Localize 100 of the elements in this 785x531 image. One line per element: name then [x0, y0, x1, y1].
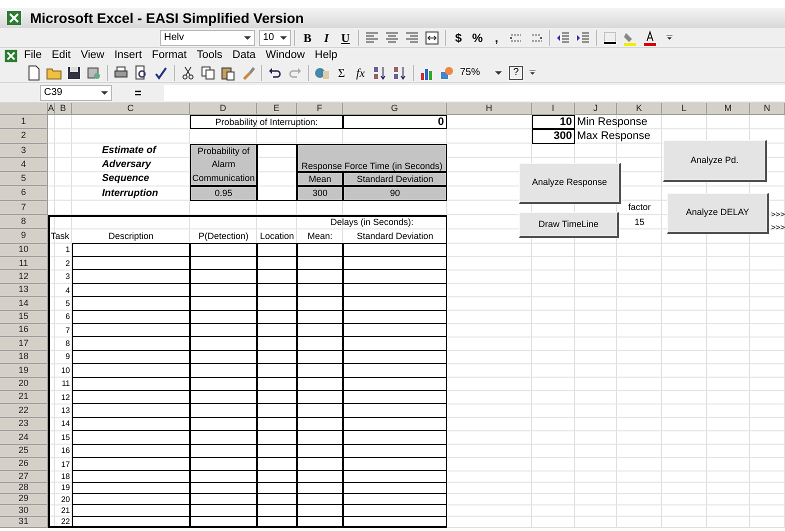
row-header[interactable]: 22 [0, 404, 48, 418]
menu-item[interactable]: Edit [48, 48, 75, 63]
table-cell [190, 482, 257, 494]
row-header[interactable]: 10 [0, 244, 48, 258]
row-header[interactable]: 6 [0, 186, 48, 201]
row-header[interactable]: 14 [0, 297, 48, 311]
menu-item[interactable]: Insert [110, 48, 146, 63]
column-header[interactable]: A [48, 103, 55, 115]
task-number: 5 [64, 298, 71, 310]
summary-label: Probability of Interruption: [190, 115, 343, 130]
column-header[interactable]: H [447, 103, 532, 115]
italic-button[interactable]: I [317, 28, 336, 46]
row-header[interactable]: 13 [0, 284, 48, 298]
row-header[interactable]: 4 [0, 158, 48, 172]
underline-button[interactable]: U [336, 28, 355, 46]
font-size-dropdown[interactable]: 10 [259, 30, 291, 46]
row-header[interactable]: 30 [0, 505, 48, 516]
arrow-text: >>> [771, 222, 785, 234]
spelling-check-icon [153, 64, 169, 80]
toolbar-options-icon [529, 70, 536, 75]
range-value: 300 [532, 129, 575, 144]
autosum-button[interactable]: Σ [332, 64, 351, 82]
task-number: 10 [60, 364, 71, 377]
font-color-icon [642, 30, 658, 46]
currency-button[interactable]: $ [449, 28, 468, 46]
row-header[interactable]: 12 [0, 270, 48, 284]
table-cell: 90 [343, 186, 447, 201]
column-header[interactable]: J [575, 103, 617, 115]
task-number: 19 [60, 482, 71, 494]
row-header[interactable]: 21 [0, 390, 48, 404]
column-header[interactable]: M [707, 103, 750, 115]
row-header[interactable]: 27 [0, 471, 48, 483]
row-header[interactable]: 31 [0, 516, 48, 528]
row-header[interactable]: 17 [0, 337, 48, 351]
table-cell [297, 482, 343, 494]
row-header[interactable]: 26 [0, 458, 48, 472]
row-header[interactable]: 19 [0, 364, 48, 378]
row-header[interactable]: 9 [0, 229, 48, 244]
row-header[interactable]: 24 [0, 431, 48, 445]
column-header[interactable]: B [55, 103, 72, 115]
column-header[interactable]: I [532, 103, 575, 115]
row-header[interactable]: 5 [0, 172, 48, 186]
menu-item[interactable]: Window [262, 48, 309, 63]
column-header[interactable]: L [662, 103, 707, 115]
sheet-button[interactable]: Draw TimeLine [519, 212, 619, 238]
column-header[interactable]: G [343, 103, 447, 115]
row-header[interactable]: 25 [0, 444, 48, 458]
sheet-button[interactable]: Analyze Response [519, 163, 621, 204]
menu-item[interactable]: Tools [192, 48, 226, 63]
row-header[interactable]: 20 [0, 378, 48, 391]
row-header[interactable]: 23 [0, 418, 48, 432]
row-header[interactable]: 3 [0, 144, 48, 158]
row-header[interactable]: 29 [0, 494, 48, 506]
column-header[interactable]: N [750, 103, 785, 115]
comma-button[interactable]: , [487, 28, 506, 46]
row-header[interactable]: 28 [0, 482, 48, 494]
row-header[interactable]: 7 [0, 200, 48, 216]
sheet-button[interactable]: Analyze Pd. [663, 140, 767, 182]
zoom-dropdown[interactable]: 75% [457, 64, 505, 80]
name-box[interactable]: C39 [40, 84, 112, 100]
bold-button[interactable]: B [298, 28, 317, 46]
row-header[interactable]: 2 [0, 129, 48, 144]
column-header[interactable]: D [190, 103, 257, 115]
row-header[interactable]: 15 [0, 310, 48, 324]
help-button[interactable]: ? [509, 66, 523, 80]
header-text: Probability of [197, 144, 250, 158]
column-header[interactable]: E [257, 103, 297, 115]
table-cell [297, 242, 343, 258]
column-header[interactable]: F [297, 103, 343, 115]
sheet-button[interactable]: Analyze DELAY [667, 193, 769, 234]
formula-field[interactable] [164, 84, 785, 100]
table-cell [190, 310, 257, 324]
table-cell [190, 470, 257, 483]
font-dropdown[interactable]: Helv [160, 30, 255, 46]
column-header[interactable]: K [617, 103, 662, 115]
dropdown-arrow-icon [101, 90, 108, 94]
row-header[interactable]: 8 [0, 215, 48, 230]
percent-button[interactable]: % [468, 28, 487, 46]
table-cell [297, 376, 343, 391]
menu-item[interactable]: Format [148, 48, 191, 63]
table-cell [190, 376, 257, 391]
menu-item[interactable]: View [76, 48, 108, 63]
menu-item[interactable]: Help [310, 48, 342, 63]
task-number: 22 [60, 516, 71, 528]
table-cell [190, 350, 257, 364]
column-header[interactable]: C [72, 103, 190, 115]
row-header[interactable]: 16 [0, 324, 48, 338]
row-header[interactable]: 11 [0, 257, 48, 270]
table-cell [190, 363, 257, 378]
row-header[interactable]: 1 [0, 115, 48, 130]
menu-item[interactable]: Data [228, 48, 260, 63]
sheet-heading: Sequence [101, 172, 150, 186]
task-number: 2 [64, 258, 71, 270]
insert-function-button[interactable]: fx [351, 64, 370, 82]
edit-formula-button[interactable]: = [118, 84, 158, 102]
row-header[interactable]: 18 [0, 350, 48, 364]
task-number: 16 [60, 445, 71, 458]
menu-item[interactable]: File [20, 48, 46, 63]
table-cell [190, 282, 257, 298]
sheet-heading: Interruption [101, 186, 160, 201]
